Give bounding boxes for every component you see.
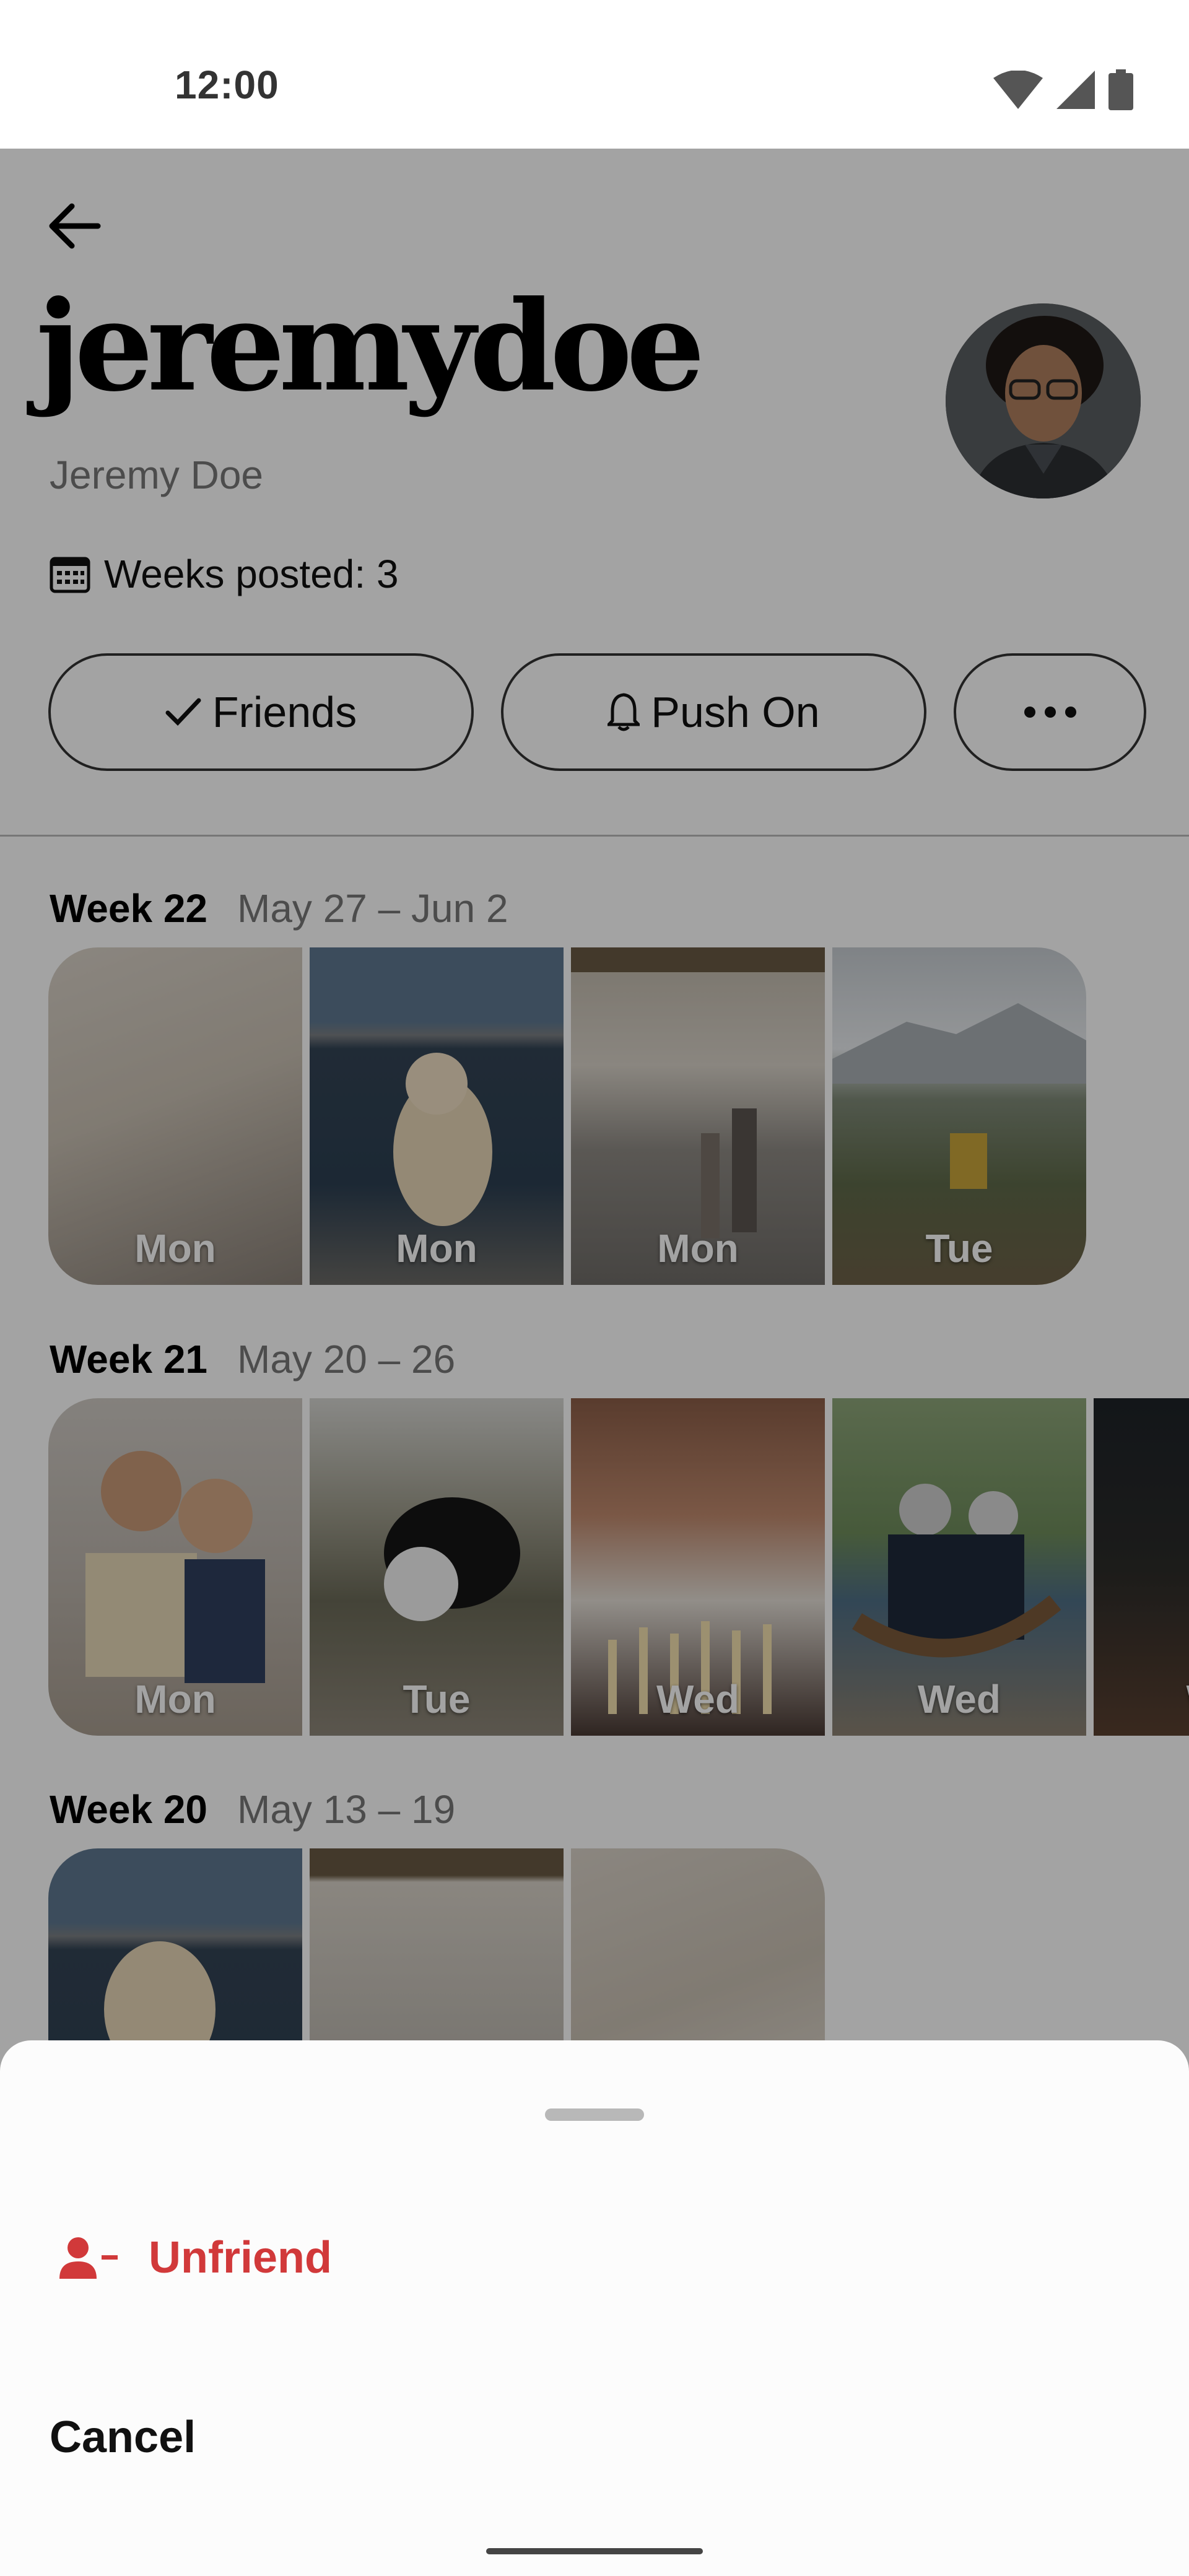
home-indicator[interactable]: [486, 2548, 703, 2554]
remove-person-icon: [59, 2237, 118, 2279]
status-time: 12:00: [175, 63, 279, 107]
status-bar: 12:00: [0, 0, 1189, 149]
cancel-button[interactable]: Cancel: [50, 2412, 196, 2463]
unfriend-label: Unfriend: [149, 2233, 332, 2282]
unfriend-button[interactable]: Unfriend: [59, 2232, 332, 2283]
signal-icon: [1056, 71, 1095, 109]
wifi-icon: [993, 71, 1043, 109]
bottom-sheet: Unfriend Cancel: [0, 2040, 1189, 2576]
sheet-drag-handle[interactable]: [545, 2108, 644, 2121]
status-icons: [993, 68, 1133, 111]
battery-icon: [1108, 69, 1133, 110]
